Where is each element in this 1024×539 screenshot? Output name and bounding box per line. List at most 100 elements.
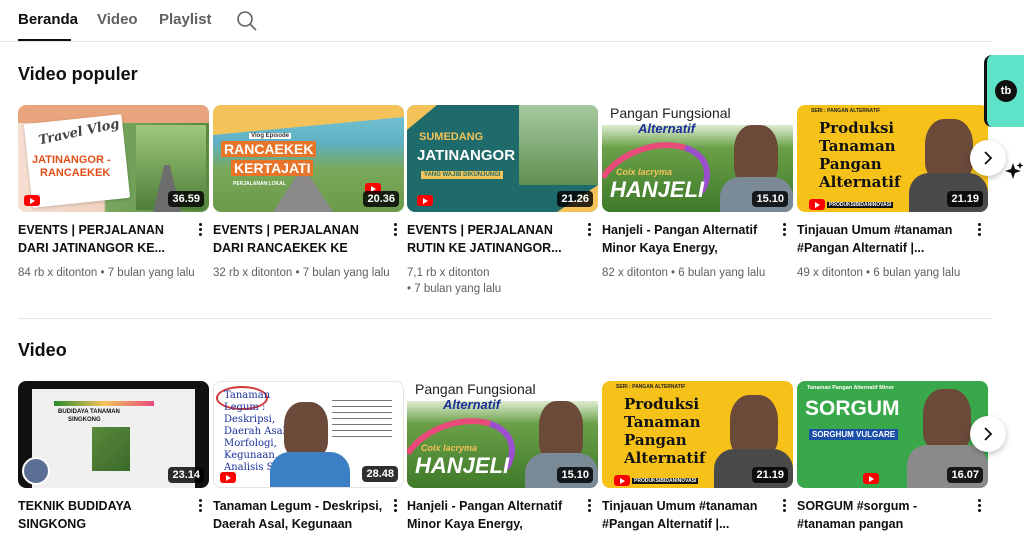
extension-logo-icon: tb [995,80,1017,102]
video-card[interactable]: Tanaman Legum : Deskripsi, Daerah Asal, … [213,381,404,539]
thumbnail-text: YANG WAJIB DIKUNJUNGI [421,171,504,179]
duration-badge: 23.14 [168,467,204,483]
section-title-video[interactable]: Video [18,340,67,361]
video-title[interactable]: SORGUM #sorgum - #tanaman pangan #altern… [797,497,969,533]
view-count: 49 x ditonton [797,267,863,279]
youtube-logo-icon [220,472,236,483]
video-thumbnail[interactable]: SERI : PANGAN ALTERNATIF Produksi Tanama… [797,105,988,212]
video-meta: 49 x ditonton • 6 bulan yang lalu [797,267,961,279]
thumbnail-text: SINGKONG [68,417,101,423]
upload-age: 6 bulan yang lalu [678,267,766,279]
video-thumbnail[interactable]: SERI : PANGAN ALTERNATIF Produksi Tanama… [602,381,793,488]
thumbnail-text: SORGHUM VULGARE [809,429,899,440]
thumbnail-text: Pangan Fungsional [415,381,536,397]
more-options-icon[interactable] [390,221,400,239]
view-count: 32 rb x ditonton [213,267,293,279]
thumbnail-text: Kegunaan, [224,450,278,461]
video-title[interactable]: EVENTS | PERJALANAN RUTIN KE JATINANGOR.… [407,221,579,257]
thumbnail-text: PRODUKSIBIDANINOVASI [827,202,894,208]
more-options-icon[interactable] [779,497,789,515]
youtube-logo-icon [24,195,40,206]
video-title[interactable]: EVENTS | PERJALANAN DARI RANCAEKEK KE KE… [213,221,385,257]
video-thumbnail[interactable]: BUDIDAYA TANAMAN SINGKONG 23.14 [18,381,209,488]
thumbnail-text: Coix lacryma [421,443,478,453]
search-icon[interactable] [236,10,258,32]
duration-badge: 28.48 [362,466,398,482]
video-thumbnail[interactable]: Tanaman Legum : Deskripsi, Daerah Asal, … [213,381,404,488]
thumbnail-text: SUMEDANG [419,131,484,143]
thumbnail-text: Deskripsi, [224,414,276,425]
duration-badge: 16.07 [947,467,983,483]
duration-badge: 21.19 [752,467,788,483]
video-card[interactable]: SERI : PANGAN ALTERNATIF Produksi Tanama… [797,105,988,305]
thumbnail-text: HANJELI [610,177,705,202]
youtube-logo-icon [614,475,630,486]
video-title[interactable]: Tinjauan Umum #tanaman #Pangan Alternati… [797,221,969,257]
more-options-icon[interactable] [584,221,594,239]
extension-side-widget[interactable]: tb [984,55,1024,127]
video-card[interactable]: Vlog Episode RANCAEKEK KERTAJATI PERJALA… [213,105,404,305]
video-title[interactable]: EVENTS | PERJALANAN DARI JATINANGOR KE..… [18,221,190,257]
thumbnail-text: SORGUM [805,397,900,420]
view-count: 84 rb x ditonton [18,267,98,279]
tab-playlist[interactable]: Playlist [159,11,212,28]
thumbnail-text: BUDIDAYA TANAMAN [58,409,120,415]
thumbnail-text: PRODUKSIBIDANINOVASI [632,478,699,484]
video-title[interactable]: Hanjeli - Pangan Alternatif Minor Kaya E… [407,497,579,533]
video-card[interactable]: SERI : PANGAN ALTERNATIF Produksi Tanama… [602,381,793,539]
video-thumbnail[interactable]: Tanaman Pangan Alternatif Minor SORGUM S… [797,381,988,488]
thumbnail-text: Pangan [819,155,882,173]
video-title[interactable]: TEKNIK BUDIDAYA SINGKONG [18,497,190,533]
more-options-icon[interactable] [195,497,205,515]
video-meta: 84 rb x ditonton • 7 bulan yang lalu [18,267,195,279]
tab-video[interactable]: Video [97,11,138,28]
thumbnail-text: Pangan Fungsional [610,105,731,121]
more-options-icon[interactable] [390,497,400,515]
video-meta: 82 x ditonton • 6 bulan yang lalu [602,267,766,279]
thumbnail-text: KERTAJATI [231,160,314,176]
video-card[interactable]: Travel Vlog JATINANGOR - RANCAEKEK 36.59… [18,105,209,305]
duration-badge: 15.10 [752,191,788,207]
thumbnail-text: SERI : PANGAN ALTERNATIF [811,108,881,114]
thumbnail-text: HANJELI [415,453,510,478]
youtube-logo-icon [863,473,879,484]
video-card[interactable]: Pangan Fungsional Alternatif Coix lacrym… [407,381,598,539]
video-card[interactable]: SUMEDANG JATINANGOR YANG WAJIB DIKUNJUNG… [407,105,598,305]
video-thumbnail[interactable]: Pangan Fungsional Alternatif Coix lacrym… [407,381,598,488]
more-options-icon[interactable] [584,497,594,515]
video-card[interactable]: BUDIDAYA TANAMAN SINGKONG 23.14 TEKNIK B… [18,381,209,539]
thumbnail-text: RANCAEKEK [40,167,111,179]
chevron-right-icon [984,151,993,165]
video-thumbnail[interactable]: Travel Vlog JATINANGOR - RANCAEKEK 36.59 [18,105,209,212]
carousel-next-button[interactable] [970,140,1006,176]
sparkle-icon[interactable] [1005,162,1024,181]
thumbnail-text: RANCAEKEK [221,141,317,157]
duration-badge: 21.19 [947,191,983,207]
video-title[interactable]: Tinjauan Umum #tanaman #Pangan Alternati… [602,497,774,533]
more-options-icon[interactable] [974,221,984,239]
video-thumbnail[interactable]: Vlog Episode RANCAEKEK KERTAJATI PERJALA… [213,105,404,212]
more-options-icon[interactable] [974,497,984,515]
video-card[interactable]: Pangan Fungsional Alternatif Coix lacrym… [602,105,793,305]
thumbnail-text: SERI : PANGAN ALTERNATIF [616,384,686,390]
video-thumbnail[interactable]: Pangan Fungsional Alternatif Coix lacrym… [602,105,793,212]
duration-badge: 36.59 [168,191,204,207]
thumbnail-text: Vlog Episode [249,133,292,139]
thumbnail-text: Alternatif [819,173,901,191]
carousel-next-button[interactable] [970,416,1006,452]
thumbnail-text: Tanaman [819,137,896,155]
section-title-popular[interactable]: Video populer [18,64,138,85]
video-card[interactable]: Tanaman Pangan Alternatif Minor SORGUM S… [797,381,988,539]
video-title[interactable]: Tanaman Legum - Deskripsi, Daerah Asal, … [213,497,385,533]
tab-beranda[interactable]: Beranda [18,11,78,28]
thumbnail-text: Tanaman [224,390,271,401]
more-options-icon[interactable] [195,221,205,239]
duration-badge: 20.36 [363,191,399,207]
duration-badge: 21.26 [557,191,593,207]
thumbnail-text: Alternatif [624,449,706,467]
video-title[interactable]: Hanjeli - Pangan Alternatif Minor Kaya E… [602,221,774,257]
view-count: 7,1 rb x ditonton [407,267,490,279]
video-thumbnail[interactable]: SUMEDANG JATINANGOR YANG WAJIB DIKUNJUNG… [407,105,598,212]
more-options-icon[interactable] [779,221,789,239]
thumbnail-text: Tanaman [624,413,701,431]
